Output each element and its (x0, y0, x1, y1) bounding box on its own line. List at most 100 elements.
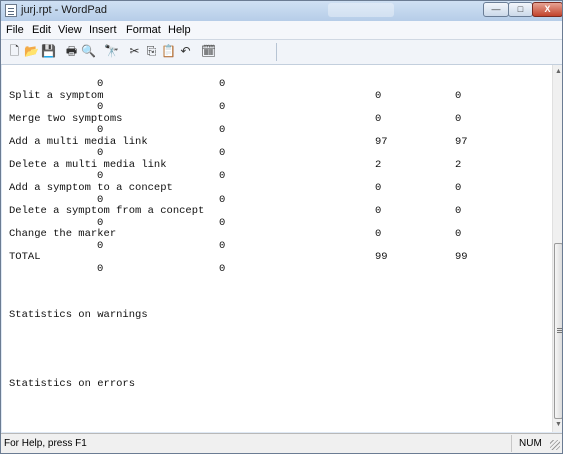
status-bar: For Help, press F1 NUM (1, 433, 562, 453)
stat-value-2: 0 (455, 181, 462, 194)
report-subvalue-row: 00 (2, 263, 542, 275)
menu-format[interactable]: Format (126, 24, 161, 36)
subvalue-a: 0 (97, 262, 104, 275)
status-help-text: For Help, press F1 (4, 438, 87, 449)
report-stat-row: Add a multi media link 97 97 (2, 136, 542, 148)
close-button[interactable]: X (532, 2, 562, 17)
report-blank-line (2, 321, 542, 333)
stat-label: Delete a symptom from a concept (9, 205, 205, 218)
stat-value-2: 97 (455, 135, 468, 148)
stat-label: Merge two symptoms (9, 112, 123, 125)
report-subvalue-row: 00 (2, 147, 542, 159)
subvalue-a: 0 (97, 101, 104, 114)
scroll-up-arrow-icon[interactable]: ▲ (553, 65, 562, 79)
find-binoculars-icon[interactable]: 🔭 (104, 44, 119, 59)
print-preview-icon[interactable]: 🔍 (81, 44, 96, 59)
wordpad-window: jurj.rpt - WordPad — □ X File Edit View … (0, 0, 563, 454)
section-heading: Statistics on errors (9, 378, 136, 391)
window-title: jurj.rpt - WordPad (21, 4, 107, 16)
subvalue-b: 0 (219, 101, 226, 114)
subvalue-b: 0 (219, 78, 226, 90)
insert-date-time-icon[interactable]: 🗓 (201, 44, 216, 59)
stat-value-2: 0 (455, 89, 462, 102)
undo-icon[interactable]: ↶ (178, 44, 193, 59)
new-document-icon[interactable]: 🗋 (7, 44, 22, 59)
document-area[interactable]: 0 0 Split a symptom 0 0 0 0 Merge two symptoms 0… (2, 65, 552, 432)
report-blank-line (2, 286, 542, 298)
stat-value-1: 0 (375, 89, 382, 102)
subvalue-b: 0 (219, 239, 226, 252)
scrollbar-grip-icon (557, 328, 562, 329)
stat-label: TOTAL (9, 251, 41, 264)
report-subvalue-row: 00 (2, 194, 542, 206)
toolbar-separator (276, 43, 277, 61)
stat-value-2: 0 (455, 112, 462, 125)
save-disk-icon[interactable]: 💾 (41, 44, 56, 59)
copy-icon[interactable]: ⎘ (144, 44, 159, 59)
report-stat-row: TOTAL 99 99 (2, 251, 542, 263)
stat-value-2: 0 (455, 205, 462, 218)
toolbar: 🗋 📂 💾 🖶 🔍 🔭 ✂ ⎘ 📋 ↶ 🗓 (1, 40, 562, 65)
subvalue-b: 0 (219, 262, 226, 275)
subvalue-a: 0 (97, 124, 104, 137)
report-subvalue-row: 00 (2, 240, 542, 252)
report-stat-row: Add a symptom to a concept 0 0 (2, 182, 542, 194)
report-subvalue-row: 00 (2, 170, 542, 182)
wordpad-app-icon[interactable] (5, 4, 17, 17)
subvalue-b: 0 (219, 216, 226, 229)
subvalue-a: 0 (97, 193, 104, 206)
vertical-scrollbar[interactable]: ▲ ▼ (552, 65, 562, 432)
cut-scissors-icon[interactable]: ✂ (127, 44, 142, 59)
subvalue-b: 0 (219, 124, 226, 137)
num-lock-indicator: NUM (519, 438, 542, 449)
taskbar-ghost-tab (328, 3, 394, 17)
stat-value-1: 99 (375, 251, 388, 264)
report-stat-row: Change the marker 0 0 (2, 228, 542, 240)
report-blank-line (2, 297, 542, 309)
resize-grip-icon[interactable] (550, 440, 560, 450)
subvalue-a: 0 (97, 239, 104, 252)
report-stat-row: Merge two symptoms 0 0 (2, 113, 542, 125)
scroll-down-arrow-icon[interactable]: ▼ (553, 418, 562, 432)
report-blank-line (2, 332, 542, 344)
stat-value-1: 0 (375, 205, 382, 218)
menu-view[interactable]: View (58, 24, 82, 36)
report-section-heading: Statistics on errors (2, 378, 542, 390)
subvalue-a: 0 (97, 216, 104, 229)
open-folder-icon[interactable]: 📂 (24, 44, 39, 59)
paste-icon[interactable]: 📋 (161, 44, 176, 59)
report-section-heading: Statistics on warnings (2, 309, 542, 321)
stat-value-1: 2 (375, 158, 382, 171)
subvalue-a: 0 (97, 78, 104, 90)
maximize-button[interactable]: □ (508, 2, 533, 17)
stat-label: Add a symptom to a concept (9, 181, 173, 194)
subvalue-a: 0 (97, 147, 104, 160)
menu-insert[interactable]: Insert (89, 24, 117, 36)
menu-help[interactable]: Help (168, 24, 191, 36)
stat-label: Delete a multi media link (9, 158, 167, 171)
stat-value-2: 2 (455, 158, 462, 171)
stat-value-2: 0 (455, 228, 462, 241)
report-stat-row: Delete a symptom from a concept 0 0 (2, 205, 542, 217)
report-subvalue-row: 00 (2, 217, 542, 229)
scrollbar-thumb[interactable] (554, 243, 562, 419)
stat-value-1: 0 (375, 112, 382, 125)
menu-file[interactable]: File (6, 24, 24, 36)
minimize-button[interactable]: — (483, 2, 509, 17)
subvalue-b: 0 (219, 170, 226, 183)
menu-edit[interactable]: Edit (32, 24, 51, 36)
stat-value-1: 0 (375, 181, 382, 194)
title-bar[interactable]: jurj.rpt - WordPad — □ X (1, 1, 562, 21)
subvalue-b: 0 (219, 193, 226, 206)
report-subvalue-row: 00 (2, 101, 542, 113)
stat-label: Add a multi media link (9, 135, 148, 148)
report-blank-line (2, 344, 542, 356)
subvalue-b: 0 (219, 147, 226, 160)
report-stat-row: Delete a multi media link 2 2 (2, 159, 542, 171)
report-stat-row: Split a symptom 0 0 (2, 90, 542, 102)
report-blank-line (2, 367, 542, 379)
report-blank-line (2, 274, 542, 286)
print-icon[interactable]: 🖶 (64, 44, 79, 59)
stat-value-1: 97 (375, 135, 388, 148)
subvalue-a: 0 (97, 170, 104, 183)
